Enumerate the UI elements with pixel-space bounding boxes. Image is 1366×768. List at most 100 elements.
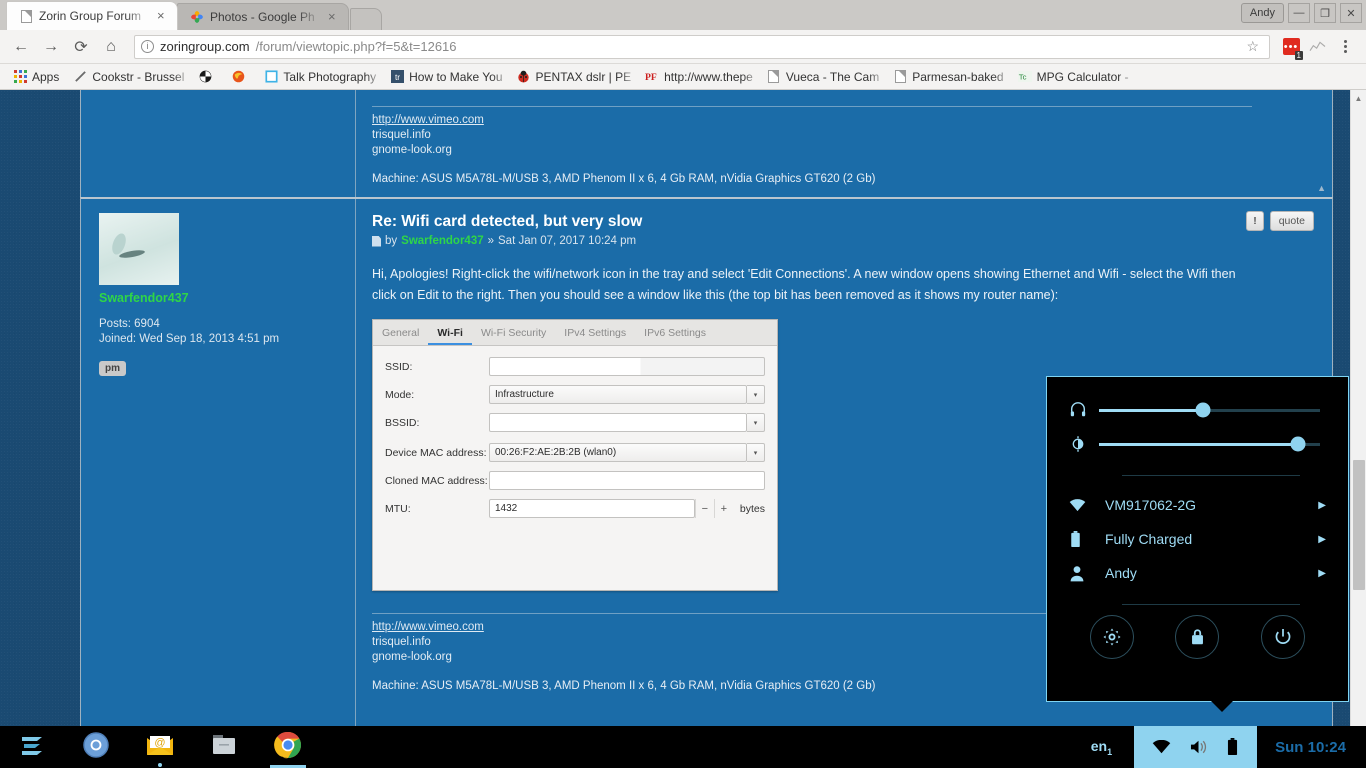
reload-icon[interactable]: ⟳ [68, 34, 94, 60]
mail-launcher[interactable]: @ [128, 726, 192, 768]
mode-select[interactable]: Infrastructure [489, 385, 747, 404]
power-button[interactable] [1261, 615, 1305, 659]
ssid-input[interactable] [489, 357, 765, 376]
tab-zorin-group-forum[interactable]: Zorin Group Forum × [6, 1, 178, 30]
bookmark-label: Apps [32, 70, 59, 84]
bookmark-apps[interactable]: Apps [6, 66, 66, 88]
chrome-menu-button[interactable] [1332, 34, 1358, 60]
scrollbar-thumb[interactable] [1353, 460, 1365, 590]
language-code: en [1091, 738, 1107, 754]
bookmark-star-icon[interactable]: ☆ [1242, 38, 1263, 55]
wifi-tab-ipv4-settings[interactable]: IPv4 Settings [555, 320, 635, 345]
svg-text:Tc: Tc [1018, 73, 1026, 82]
joined-date: Joined: Wed Sep 18, 2013 4:51 pm [99, 332, 339, 347]
report-post-button[interactable]: ! [1246, 211, 1264, 231]
new-tab-button[interactable] [350, 8, 382, 30]
byline-author[interactable]: Swarfendor437 [401, 235, 483, 247]
svg-text:PF: PF [645, 72, 657, 83]
post-title[interactable]: Re: Wifi card detected, but very slow [372, 213, 1312, 231]
wifi-tab-general[interactable]: General [373, 320, 428, 345]
wifi-icon[interactable] [1152, 740, 1171, 754]
post-author-name[interactable]: Swarfendor437 [99, 291, 339, 305]
chevron-right-icon[interactable]: ▶ [1318, 500, 1326, 511]
mtu-increment-button[interactable]: + [714, 499, 733, 518]
scroll-up-arrow-icon[interactable]: ▲ [1351, 90, 1366, 106]
volume-slider[interactable] [1099, 409, 1320, 412]
tray-action-buttons [1047, 615, 1348, 659]
bookmark-label: Talk Photography [283, 70, 376, 84]
document-icon [767, 70, 781, 84]
firefox-icon [231, 70, 245, 84]
bookmark-how-to-make-you[interactable]: tr How to Make You [383, 66, 509, 88]
signature-link[interactable]: http://www.vimeo.com [372, 621, 484, 633]
page-scrollbar[interactable]: ▲ [1350, 90, 1366, 726]
tab-photos-google-photos[interactable]: Photos - Google Ph × [177, 3, 349, 30]
home-icon[interactable]: ⌂ [98, 34, 124, 60]
avatar[interactable] [99, 213, 179, 285]
forward-icon[interactable]: → [38, 34, 64, 60]
profile-button[interactable]: Andy [1241, 3, 1284, 23]
chromium-launcher[interactable] [64, 726, 128, 768]
analytics-extension-icon[interactable] [1306, 36, 1328, 58]
signature-line: gnome-look.org [372, 143, 1312, 158]
zorin-menu-button[interactable] [0, 726, 64, 768]
embedded-wifi-dialog-image[interactable]: General Wi-Fi Wi-Fi Security IPv4 Settin… [372, 319, 778, 591]
bookmark-bmw[interactable] [191, 66, 224, 88]
keyboard-layout-indicator[interactable]: en1 [1069, 738, 1134, 757]
wifi-tab-wifi[interactable]: Wi-Fi [428, 320, 472, 345]
tray-item-user[interactable]: Andy ▶ [1047, 556, 1348, 590]
close-icon[interactable]: × [157, 10, 169, 22]
bookmark-pentax-dslr[interactable]: PENTAX dslr | PE [510, 66, 639, 88]
language-index: 1 [1107, 746, 1112, 756]
close-button[interactable]: ✕ [1340, 3, 1362, 23]
bssid-input[interactable] [489, 413, 747, 432]
dialog-empty-space [385, 526, 765, 578]
bookmark-mpg-calculator[interactable]: Tc MPG Calculator - [1011, 66, 1136, 88]
google-photos-icon [190, 10, 204, 24]
chrome-window-button[interactable] [256, 726, 320, 768]
system-tray-popup: VM917062-2G ▶ Fully Charged ▶ Andy ▶ [1046, 376, 1349, 702]
battery-icon[interactable] [1226, 738, 1239, 756]
cloned-mac-input[interactable] [489, 471, 765, 490]
chrome-icon [274, 731, 302, 764]
settings-button[interactable] [1090, 615, 1134, 659]
taskbar-clock[interactable]: Sun 10:24 [1257, 739, 1366, 756]
chevron-down-icon[interactable]: ▾ [747, 413, 765, 432]
scroll-to-top-icon[interactable]: ▲ [1317, 183, 1326, 193]
bookmark-vueca[interactable]: Vueca - The Cam [760, 66, 886, 88]
bookmark-talk-photography[interactable]: Talk Photography [257, 66, 383, 88]
tray-item-battery[interactable]: Fully Charged ▶ [1047, 522, 1348, 556]
bookmark-thepe[interactable]: PF http://www.thepe [638, 66, 760, 88]
wifi-tab-ipv6-settings[interactable]: IPv6 Settings [635, 320, 715, 345]
field-row-ssid: SSID: [385, 356, 765, 377]
maximize-button[interactable]: ❐ [1314, 3, 1336, 23]
minimize-button[interactable]: — [1288, 3, 1310, 23]
tray-item-network[interactable]: VM917062-2G ▶ [1047, 488, 1348, 522]
files-launcher[interactable] [192, 726, 256, 768]
bookmark-firefox[interactable] [224, 66, 257, 88]
volume-icon[interactable] [1189, 739, 1208, 755]
lock-button[interactable] [1175, 615, 1219, 659]
bookmark-cookstr[interactable]: Cookstr - Brussel [66, 66, 191, 88]
wifi-tab-wifi-security[interactable]: Wi-Fi Security [472, 320, 555, 345]
chevron-right-icon[interactable]: ▶ [1318, 534, 1326, 545]
quote-button[interactable]: quote [1270, 211, 1314, 231]
tab-strip: Zorin Group Forum × Photos - Google Ph × [0, 0, 1366, 30]
chevron-down-icon[interactable]: ▾ [747, 443, 765, 462]
address-bar[interactable]: i zoringroup.com /forum/viewtopic.php?f=… [134, 35, 1270, 59]
device-mac-select[interactable]: 00:26:F2:AE:2B:2B (wlan0) [489, 443, 747, 462]
bookmark-label: Vueca - The Cam [786, 70, 879, 84]
back-icon[interactable]: ← [8, 34, 34, 60]
mtu-decrement-button[interactable]: − [695, 499, 714, 518]
close-icon[interactable]: × [328, 11, 340, 23]
adblock-extension-icon[interactable]: ••• 1 [1280, 36, 1302, 58]
page-info-icon[interactable]: i [141, 40, 154, 53]
private-message-button[interactable]: pm [99, 361, 126, 376]
bookmark-parmesan-baked[interactable]: Parmesan-baked [886, 66, 1010, 88]
chevron-down-icon[interactable]: ▾ [747, 385, 765, 404]
mtu-input[interactable]: 1432 [489, 499, 695, 518]
signature-link[interactable]: http://www.vimeo.com [372, 114, 484, 126]
chevron-right-icon[interactable]: ▶ [1318, 568, 1326, 579]
brightness-slider[interactable] [1099, 443, 1320, 446]
taskbar-tray[interactable] [1134, 726, 1257, 768]
